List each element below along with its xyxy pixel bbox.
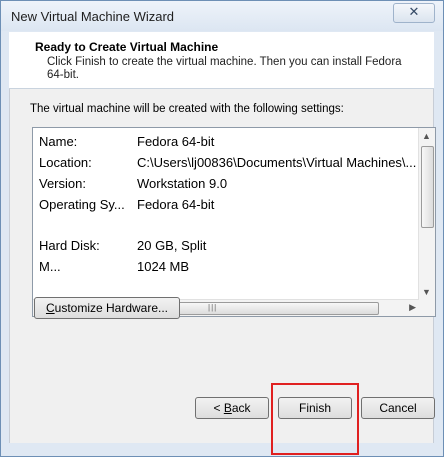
button-mnemonic: B bbox=[223, 401, 232, 415]
button-mnemonic: C bbox=[45, 301, 55, 315]
cancel-button[interactable]: Cancel bbox=[361, 397, 435, 419]
close-icon: ✕ bbox=[408, 4, 420, 19]
setting-label: M... bbox=[39, 259, 61, 274]
setting-value: Fedora 64-bit bbox=[137, 197, 215, 212]
setting-value: C:\Users\lj00836\Documents\Virtual Machi… bbox=[137, 155, 417, 170]
button-label-rest: ustomize Hardware... bbox=[54, 301, 169, 315]
wizard-window: New Virtual Machine Wizard ✕ Ready to Cr… bbox=[0, 0, 444, 457]
wizard-header: Ready to Create Virtual Machine Click Fi… bbox=[9, 32, 434, 89]
setting-label: Hard Disk: bbox=[39, 238, 100, 253]
highlight-box bbox=[271, 383, 359, 455]
setting-value: Workstation 9.0 bbox=[137, 176, 228, 191]
close-button[interactable]: ✕ bbox=[393, 3, 435, 23]
scroll-up-icon[interactable]: ▲ bbox=[422, 131, 431, 141]
setting-label: Version: bbox=[39, 176, 86, 191]
scroll-corner bbox=[419, 300, 435, 316]
setting-value: Fedora 64-bit bbox=[137, 134, 215, 149]
setting-value: 1024 MB bbox=[137, 259, 190, 274]
settings-intro: The virtual machine will be created with… bbox=[30, 103, 344, 115]
setting-value: 20 GB, Split bbox=[137, 238, 207, 253]
wizard-content: The virtual machine will be created with… bbox=[9, 89, 436, 443]
settings-list[interactable]: Name: Fedora 64-bit Location: C:\Users\l… bbox=[32, 127, 436, 317]
button-label-prefix: < bbox=[213, 401, 224, 415]
grip-icon: ||| bbox=[208, 303, 218, 312]
back-button[interactable]: < Back bbox=[195, 397, 269, 419]
scroll-down-icon[interactable]: ▼ bbox=[422, 287, 431, 297]
title-bar[interactable]: New Virtual Machine Wizard ✕ bbox=[1, 1, 443, 31]
page-description: Click Finish to create the virtual machi… bbox=[47, 56, 402, 81]
vertical-scrollbar[interactable]: ▲ ▼ bbox=[418, 128, 435, 300]
button-label-rest: ack bbox=[231, 401, 251, 415]
page-title: Ready to Create Virtual Machine bbox=[35, 40, 219, 54]
customize-hardware-button[interactable]: Customize Hardware... bbox=[34, 297, 180, 319]
scroll-right-icon[interactable]: ▶ bbox=[409, 302, 416, 313]
setting-label: Location: bbox=[39, 155, 92, 170]
vertical-scroll-thumb[interactable] bbox=[421, 146, 434, 228]
setting-label: Operating Sy... bbox=[39, 197, 125, 212]
setting-label: Name: bbox=[39, 134, 78, 149]
window-title: New Virtual Machine Wizard bbox=[11, 9, 175, 24]
